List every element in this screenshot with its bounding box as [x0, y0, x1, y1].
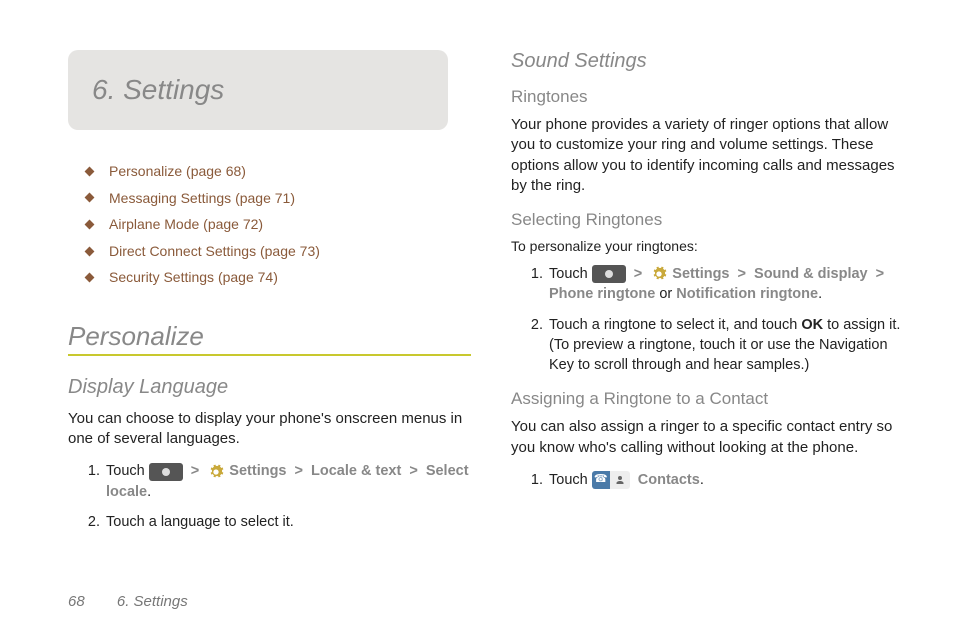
right-column: Sound Settings Ringtones Your phone prov… — [511, 50, 914, 542]
toc-label: Direct Connect Settings (page 73) — [109, 238, 320, 265]
contacts-label: Contacts — [638, 472, 700, 488]
locale-text-label: Locale & text — [311, 463, 401, 479]
left-column: 6. Settings Personalize (page 68) Messag… — [68, 50, 471, 542]
ringtones-body: Your phone provides a variety of ringer … — [511, 115, 914, 196]
chevron-right-icon: > — [405, 463, 421, 479]
settings-label: Settings — [672, 266, 729, 282]
diamond-icon — [85, 273, 95, 283]
chevron-right-icon: > — [872, 266, 888, 282]
assigning-ringtone-steps: Touch ☎ Contacts. — [547, 470, 914, 490]
step-text: Touch — [549, 472, 592, 488]
diamond-icon — [85, 246, 95, 256]
step-item: Touch a language to select it. — [104, 512, 471, 532]
chapter-title-box: 6. Settings — [68, 50, 448, 130]
sound-display-label: Sound & display — [754, 266, 868, 282]
toc-item: Messaging Settings (page 71) — [86, 185, 471, 212]
footer-chapter-ref: 6. Settings — [117, 593, 188, 610]
display-language-steps: Touch > Settings > Locale & text > Selec… — [104, 461, 471, 532]
contacts-icon: ☎ — [592, 471, 630, 489]
step-item: Touch a ringtone to select it, and touch… — [547, 315, 914, 376]
toc-item: Security Settings (page 74) — [86, 264, 471, 291]
chevron-right-icon: > — [630, 266, 646, 282]
ringtones-heading: Ringtones — [511, 87, 914, 107]
diamond-icon — [85, 220, 95, 230]
selecting-ringtones-lead: To personalize your ringtones: — [511, 238, 914, 254]
selecting-ringtones-steps: Touch > Settings > Sound & display > Pho… — [547, 264, 914, 375]
toc-item: Personalize (page 68) — [86, 158, 471, 185]
notification-ringtone-label: Notification ringtone — [676, 286, 818, 302]
display-language-body: You can choose to display your phone's o… — [68, 409, 471, 450]
toc-item: Airplane Mode (page 72) — [86, 211, 471, 238]
period: . — [700, 472, 704, 488]
personalize-heading: Personalize — [68, 321, 471, 356]
toc-label: Security Settings (page 74) — [109, 264, 278, 291]
assigning-ringtone-heading: Assigning a Ringtone to a Contact — [511, 389, 914, 409]
toc-label: Messaging Settings (page 71) — [109, 185, 295, 212]
toc-item: Direct Connect Settings (page 73) — [86, 238, 471, 265]
selecting-ringtones-heading: Selecting Ringtones — [511, 210, 914, 230]
step-item: Touch > Settings > Sound & display > Pho… — [547, 264, 914, 305]
toc-list: Personalize (page 68) Messaging Settings… — [86, 158, 471, 291]
assigning-ringtone-body: You can also assign a ringer to a specif… — [511, 417, 914, 458]
apps-icon — [592, 265, 626, 283]
toc-label: Personalize (page 68) — [109, 158, 246, 185]
settings-label: Settings — [229, 463, 286, 479]
chevron-right-icon: > — [187, 463, 203, 479]
chevron-right-icon: > — [291, 463, 307, 479]
period: . — [818, 286, 822, 302]
step-text: Touch a ringtone to select it, and touch — [549, 317, 801, 333]
toc-label: Airplane Mode (page 72) — [109, 211, 263, 238]
step-text: Touch — [549, 266, 592, 282]
step-item: Touch ☎ Contacts. — [547, 470, 914, 490]
diamond-icon — [85, 193, 95, 203]
diamond-icon — [85, 166, 95, 176]
phone-ringtone-label: Phone ringtone — [549, 286, 655, 302]
display-language-heading: Display Language — [68, 376, 471, 399]
sound-settings-heading: Sound Settings — [511, 50, 914, 73]
step-text: Touch — [106, 463, 149, 479]
or-text: or — [655, 286, 676, 302]
apps-icon — [149, 463, 183, 481]
ok-label: OK — [801, 317, 823, 333]
page-columns: 6. Settings Personalize (page 68) Messag… — [68, 50, 914, 542]
period: . — [147, 484, 151, 500]
step-item: Touch > Settings > Locale & text > Selec… — [104, 461, 471, 502]
gear-icon — [650, 265, 668, 283]
chevron-right-icon: > — [734, 266, 750, 282]
page-number: 68 — [68, 593, 85, 610]
page-footer: 68 6. Settings — [68, 593, 188, 610]
chapter-title: 6. Settings — [92, 74, 428, 106]
gear-icon — [207, 463, 225, 481]
